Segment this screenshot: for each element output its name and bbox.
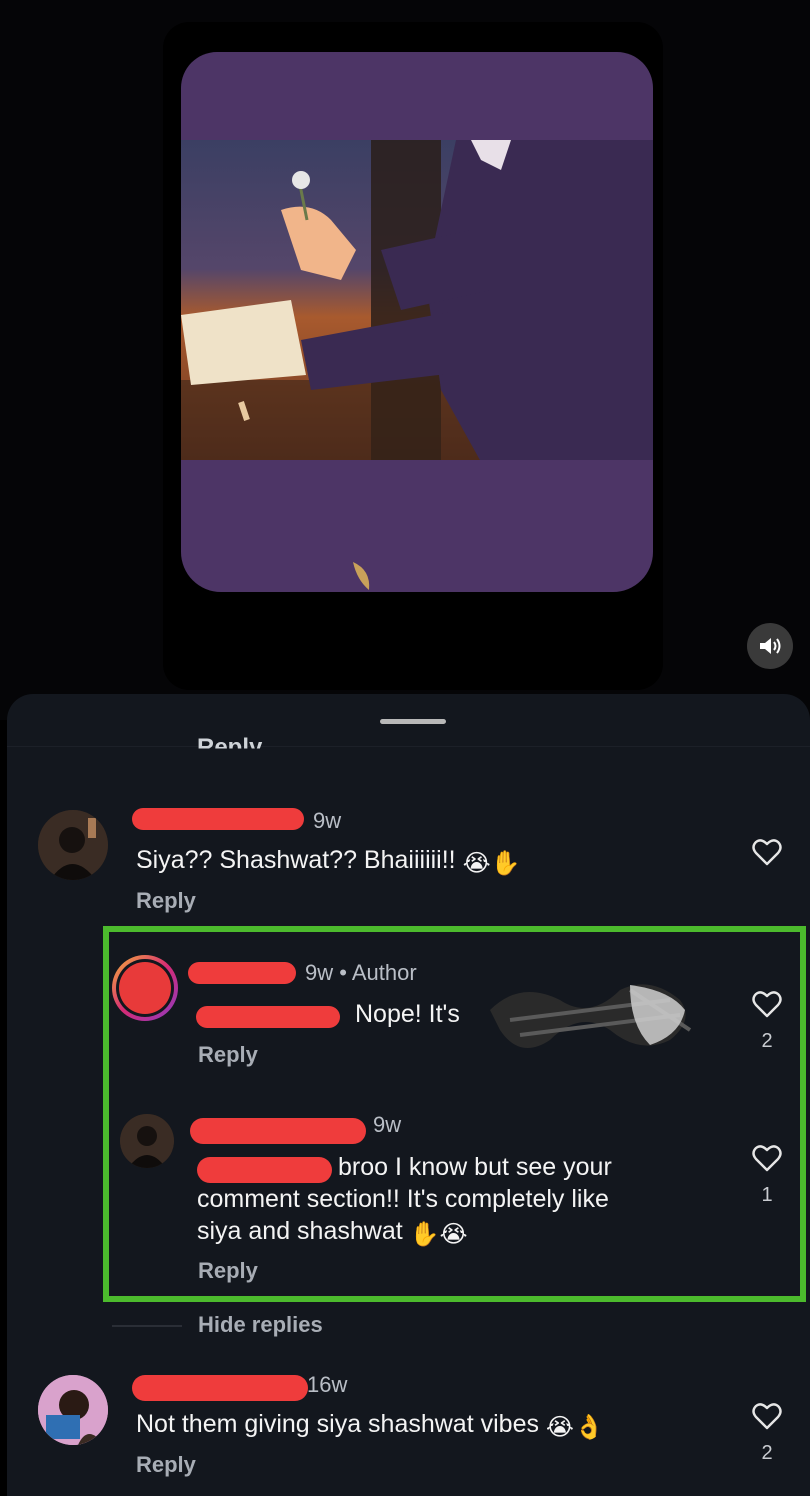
heart-icon[interactable] bbox=[752, 1402, 782, 1430]
avatar-photo bbox=[38, 810, 108, 880]
comment-text: Siya?? Shashwat?? Bhaiiiiii!! 😭✋ bbox=[136, 844, 521, 876]
scribbled-redaction bbox=[490, 984, 692, 1048]
video-frame-bottom bbox=[181, 460, 653, 592]
illustration-svg bbox=[181, 140, 653, 462]
reply-button[interactable]: Reply bbox=[198, 1258, 258, 1284]
heart-icon[interactable] bbox=[752, 990, 782, 1018]
mention-redacted[interactable] bbox=[197, 1157, 332, 1183]
avatar-photo bbox=[38, 1375, 108, 1445]
drag-handle[interactable] bbox=[380, 719, 446, 724]
sound-toggle-button[interactable] bbox=[747, 623, 793, 669]
video-illustration bbox=[181, 140, 653, 462]
comment-emojis: 😭👌 bbox=[545, 1414, 604, 1441]
previous-reply-link[interactable]: Reply bbox=[197, 734, 262, 749]
comment-text-body: siya and shashwat bbox=[197, 1217, 403, 1245]
hide-replies-line bbox=[112, 1325, 182, 1327]
comment-time: 9w bbox=[313, 808, 342, 833]
heart-icon[interactable] bbox=[752, 838, 782, 866]
username-redacted[interactable] bbox=[132, 1375, 308, 1401]
reply-button[interactable]: Reply bbox=[198, 1042, 258, 1068]
username-redacted[interactable] bbox=[132, 808, 304, 830]
comment-time: 9w bbox=[373, 1112, 402, 1137]
speaker-icon bbox=[760, 638, 781, 654]
like-count: 2 bbox=[761, 1030, 773, 1052]
comment-time: 16w bbox=[307, 1372, 348, 1397]
reply-button[interactable]: Reply bbox=[136, 888, 196, 914]
mention-redacted[interactable] bbox=[196, 1006, 340, 1028]
leaf-icon bbox=[353, 562, 370, 590]
heart-icon[interactable] bbox=[752, 1144, 782, 1172]
avatar[interactable] bbox=[38, 810, 108, 880]
comment-time: 9w • Author bbox=[305, 960, 417, 985]
reply-button[interactable]: Reply bbox=[136, 1452, 196, 1478]
comment-text-line3: siya and shashwat ✋😭 bbox=[197, 1215, 468, 1247]
comment-emojis: ✋😭 bbox=[409, 1221, 468, 1248]
comment-text-body: Not them giving siya shashwat vibes bbox=[136, 1410, 539, 1438]
comment-text: Not them giving siya shashwat vibes 😭👌 bbox=[136, 1408, 604, 1440]
comment-text-line2: comment section!! It's completely like bbox=[197, 1185, 609, 1213]
username-redacted[interactable] bbox=[190, 1118, 366, 1144]
video-player[interactable] bbox=[163, 22, 663, 690]
avatar[interactable] bbox=[38, 1375, 108, 1445]
comment-text-body: Siya?? Shashwat?? Bhaiiiiii!! bbox=[136, 846, 456, 874]
comment-text-line1: broo I know but see your bbox=[338, 1153, 612, 1181]
sheet-divider bbox=[7, 746, 810, 747]
video-frame-top bbox=[181, 52, 653, 144]
avatar[interactable] bbox=[120, 1114, 174, 1168]
comment-text: Nope! It's bbox=[355, 1000, 460, 1028]
comment-emojis: 😭✋ bbox=[462, 850, 521, 877]
like-count: 1 bbox=[761, 1184, 773, 1206]
video-area[interactable] bbox=[0, 0, 810, 720]
avatar-redacted bbox=[119, 962, 171, 1014]
username-redacted[interactable] bbox=[188, 962, 296, 984]
avatar[interactable] bbox=[112, 955, 178, 1021]
like-count: 2 bbox=[761, 1442, 773, 1464]
avatar-photo bbox=[120, 1114, 174, 1168]
hide-replies-button[interactable]: Hide replies bbox=[198, 1312, 323, 1338]
